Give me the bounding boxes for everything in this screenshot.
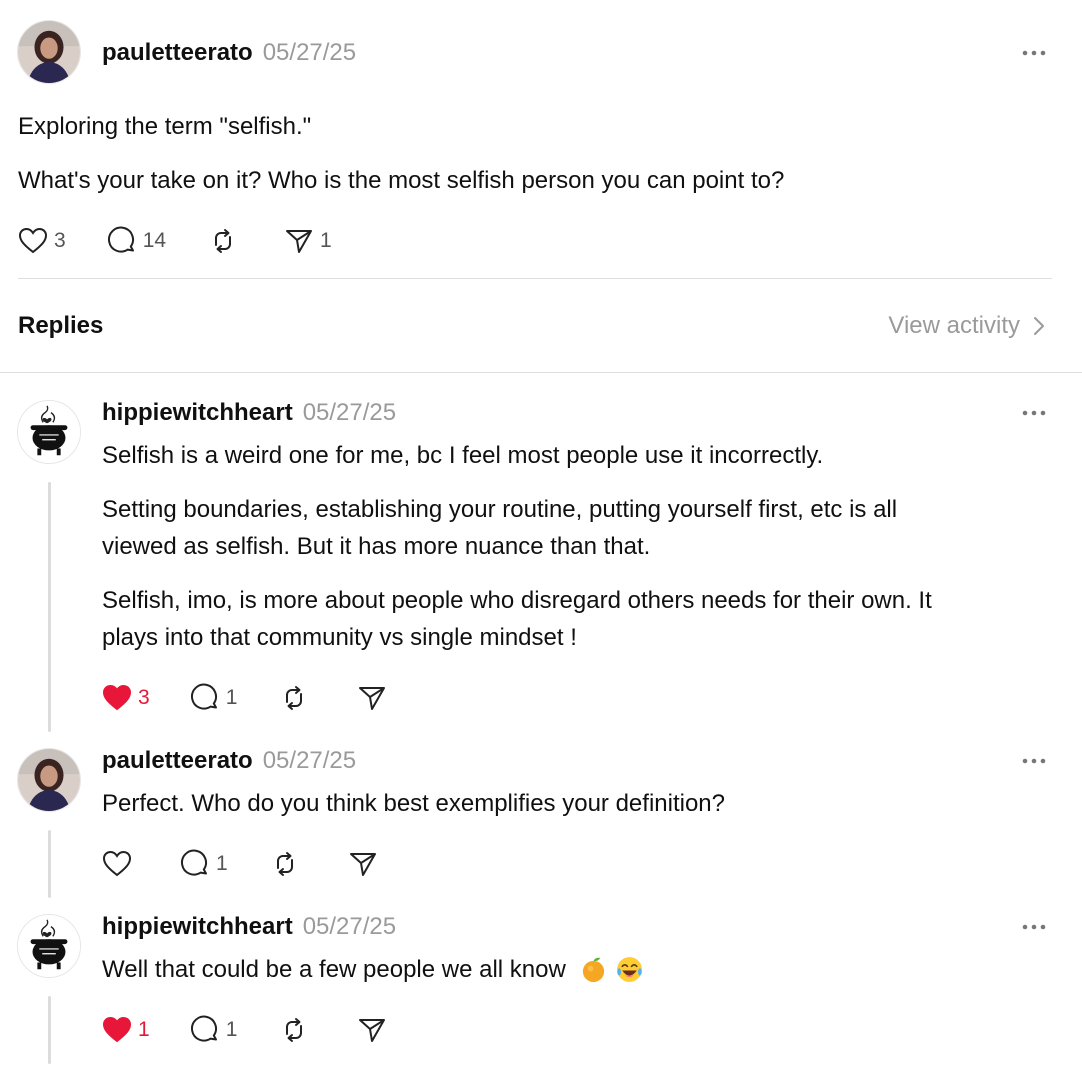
send-icon: [349, 853, 376, 876]
comment-bubble-icon: [190, 1015, 217, 1042]
post-divider: [18, 278, 1052, 279]
repost-icon: [286, 1018, 303, 1042]
view-activity-link[interactable]: View activity: [888, 312, 1048, 340]
reply-2-text: Perfect. Who do you think best exemplifi…: [102, 790, 725, 817]
reply-3-actions: 1 1: [102, 1014, 387, 1046]
more-dots-icon: [1022, 758, 1046, 764]
repost-icon: [215, 229, 232, 253]
comment-bubble-icon: [181, 849, 207, 876]
reply-1-author[interactable]: hippiewitchheart 05/27/25: [102, 399, 396, 427]
send-icon: [359, 1019, 386, 1042]
reply-3-date: 05/27/25: [302, 913, 397, 940]
reply-2-date: 05/27/25: [262, 747, 357, 774]
reply-2-thread-line: [48, 830, 51, 898]
reply-3-text-content: Well that could be a few people we all k…: [102, 956, 566, 983]
post-username[interactable]: pauletteerato: [102, 39, 253, 66]
post-date: 05/27/25: [262, 39, 357, 66]
reply-3-more-button[interactable]: [1020, 917, 1048, 937]
reply-1-text: plays into that community vs single mind…: [102, 624, 577, 651]
reply-1-text: Selfish is a weird one for me, bc I feel…: [102, 442, 824, 469]
post-actions: 3 14 1: [18, 225, 332, 257]
avatar-photo-icon: [18, 21, 80, 83]
reply-3-author[interactable]: hippiewitchheart 05/27/25: [102, 913, 396, 941]
laughing-tears-emoji-icon: [616, 957, 642, 982]
reply-1-text: Selfish, imo, is more about people who d…: [102, 587, 932, 614]
reply-1-thread-line: [48, 482, 51, 732]
chevron-right-icon: [1034, 317, 1044, 335]
repost-icon: [276, 852, 293, 876]
cauldron-logo-icon: [18, 915, 80, 977]
more-dots-icon: [1022, 50, 1046, 56]
repost-button[interactable]: [279, 1015, 309, 1045]
send-icon: [359, 687, 386, 710]
share-button[interactable]: [348, 849, 378, 879]
send-icon: [286, 230, 313, 253]
heart-icon: [18, 227, 48, 254]
comment-button[interactable]: 1: [180, 849, 228, 879]
repost-button[interactable]: [279, 683, 309, 713]
view-activity-label: View activity: [888, 312, 1020, 339]
reply-2-more-button[interactable]: [1020, 751, 1048, 771]
post-text-line-2: What's your take on it? Who is the most …: [18, 167, 785, 194]
share-button[interactable]: [357, 683, 387, 713]
comment-bubble-icon: [190, 683, 217, 710]
heart-filled-icon: [102, 684, 132, 711]
post-author[interactable]: pauletteerato 05/27/25: [102, 39, 356, 67]
more-dots-icon: [1022, 410, 1046, 416]
comment-button[interactable]: 1: [190, 1015, 238, 1045]
share-count: 1: [320, 229, 332, 252]
more-dots-icon: [1022, 924, 1046, 930]
share-button[interactable]: [357, 1015, 387, 1045]
reply-3-username[interactable]: hippiewitchheart: [102, 913, 293, 940]
like-count: 3: [138, 686, 150, 709]
avatar-photo-icon: [18, 749, 80, 811]
like-count: 1: [138, 1018, 150, 1041]
avatar-pauletteerato[interactable]: [17, 20, 81, 84]
reply-1-username[interactable]: hippiewitchheart: [102, 399, 293, 426]
like-button[interactable]: 1: [102, 1015, 150, 1045]
like-button[interactable]: 3: [102, 683, 150, 713]
reply-1-text: Setting boundaries, establishing your ro…: [102, 496, 898, 523]
reply-3-text: Well that could be a few people we all k…: [102, 951, 644, 988]
share-button[interactable]: 1: [284, 226, 332, 256]
comment-bubble-icon: [107, 226, 134, 253]
avatar-hippiewitchheart[interactable]: [17, 400, 81, 464]
reply-3-thread-line: [48, 996, 51, 1064]
reply-2-username[interactable]: pauletteerato: [102, 747, 253, 774]
post-more-button[interactable]: [1020, 43, 1048, 63]
comment-count: 14: [142, 229, 167, 252]
avatar-hippiewitchheart[interactable]: [17, 914, 81, 978]
like-button[interactable]: [102, 849, 132, 879]
cauldron-logo-icon: [18, 401, 80, 463]
heart-icon: [102, 850, 132, 877]
replies-divider: [0, 372, 1082, 373]
comment-count: 1: [216, 852, 228, 875]
repost-button[interactable]: [270, 849, 300, 879]
repost-icon: [286, 686, 303, 710]
comment-button[interactable]: 14: [107, 226, 166, 256]
avatar-pauletteerato[interactable]: [17, 748, 81, 812]
comment-count: 1: [225, 1018, 238, 1041]
reply-1-date: 05/27/25: [302, 399, 397, 426]
like-count: 3: [54, 229, 66, 252]
repost-button[interactable]: [208, 226, 238, 256]
reply-2-author[interactable]: pauletteerato 05/27/25: [102, 747, 356, 775]
post-text-line-1: Exploring the term "selfish.": [18, 113, 312, 140]
reply-1-text: viewed as selfish. But it has more nuanc…: [102, 533, 651, 560]
orange-emoji-icon: [582, 957, 604, 983]
replies-heading: Replies: [18, 312, 104, 339]
reply-2-actions: 1: [102, 848, 378, 880]
like-button[interactable]: 3: [18, 226, 66, 256]
reply-1-actions: 3 1: [102, 682, 387, 714]
comment-count: 1: [225, 686, 238, 709]
reply-1-more-button[interactable]: [1020, 403, 1048, 423]
comment-button[interactable]: 1: [190, 683, 238, 713]
heart-filled-icon: [102, 1016, 132, 1043]
